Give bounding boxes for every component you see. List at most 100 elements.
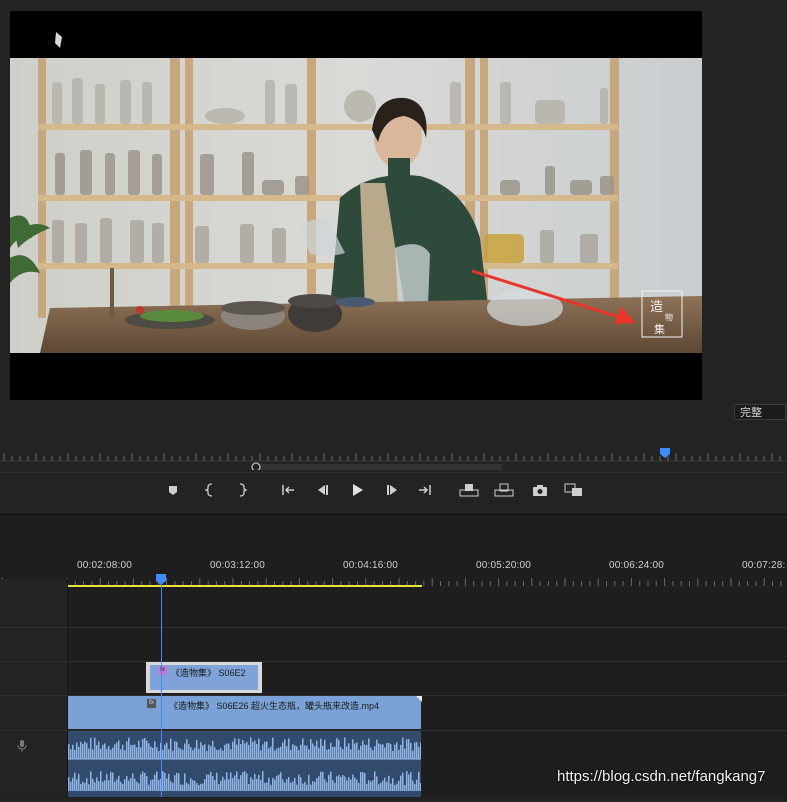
- waveform-bar: [186, 782, 188, 791]
- timecode-label: 00:06:24:00: [609, 560, 665, 571]
- waveform-bar: [292, 781, 294, 791]
- mark-out-button[interactable]: [231, 478, 253, 502]
- waveform-bar: [86, 778, 88, 791]
- waveform-bar: [368, 780, 370, 791]
- waveform-bar: [324, 779, 326, 791]
- waveform-bar: [368, 738, 370, 759]
- lift-icon: [459, 484, 479, 497]
- waveform-bar: [156, 747, 158, 759]
- waveform-bar: [158, 779, 160, 791]
- add-marker-button[interactable]: [162, 478, 184, 502]
- waveform-bar: [228, 743, 230, 759]
- lift-button[interactable]: [458, 478, 480, 502]
- waveform-bar: [78, 747, 80, 759]
- fx-badge-icon: fx: [147, 699, 156, 708]
- export-frame-button[interactable]: [529, 478, 551, 502]
- waveform-bar: [116, 779, 118, 791]
- waveform-bar: [282, 779, 284, 791]
- waveform-bar: [344, 737, 346, 759]
- waveform-bar: [166, 742, 168, 759]
- microphone-icon[interactable]: [16, 739, 28, 753]
- waveform-bar: [262, 771, 264, 791]
- waveform-bar: [406, 771, 408, 791]
- go-to-out-button[interactable]: [414, 478, 436, 502]
- waveform-bar: [118, 775, 120, 791]
- waveform-bar: [310, 739, 312, 759]
- waveform-bar: [348, 743, 350, 759]
- waveform-bar: [214, 779, 216, 791]
- timeline-playhead-line[interactable]: [161, 578, 162, 797]
- waveform-bar: [130, 744, 132, 759]
- waveform-bar: [234, 738, 236, 759]
- waveform-bar: [196, 783, 198, 791]
- step-forward-button[interactable]: [382, 478, 404, 502]
- waveform-bar: [162, 749, 164, 759]
- waveform-bar: [252, 741, 254, 759]
- waveform-bar: [192, 780, 194, 791]
- waveform-bar: [262, 744, 264, 759]
- waveform-bar: [148, 784, 150, 791]
- step-back-button[interactable]: [311, 478, 333, 502]
- scroll-handle-left[interactable]: [251, 462, 261, 470]
- waveform-bar: [254, 740, 256, 759]
- zoom-level-select[interactable]: 完整: [734, 404, 786, 420]
- waveform-bar: [184, 743, 186, 759]
- go-to-in-button[interactable]: [277, 478, 299, 502]
- waveform-bar: [328, 749, 330, 759]
- waveform-bar: [198, 748, 200, 759]
- waveform-bar: [80, 741, 82, 759]
- waveform-bar: [138, 740, 140, 759]
- waveform-bar: [222, 750, 224, 759]
- waveform-bar: [182, 749, 184, 759]
- waveform-bar: [146, 776, 148, 791]
- waveform-bar: [224, 779, 226, 791]
- play-button[interactable]: [346, 478, 368, 502]
- waveform-bar: [336, 738, 338, 759]
- waveform-bar: [140, 747, 142, 759]
- waveform-bar: [390, 744, 392, 759]
- waveform-bar: [314, 781, 316, 791]
- monitor-zoom-scrollbar[interactable]: [250, 462, 502, 470]
- waveform-bar: [288, 777, 290, 791]
- waveform-bar: [342, 775, 344, 791]
- waveform-bar: [248, 744, 250, 759]
- waveform-bar: [82, 744, 84, 759]
- timeline-ruler[interactable]: [0, 572, 787, 590]
- waveform-bar: [232, 778, 234, 791]
- waveform-bar: [250, 737, 252, 759]
- waveform-bar: [216, 749, 218, 759]
- marker-icon: [169, 486, 177, 495]
- waveform-bar: [260, 750, 262, 759]
- waveform-bar: [202, 745, 204, 759]
- clip-a1-audio[interactable]: [68, 731, 422, 797]
- mark-in-button[interactable]: [199, 478, 221, 502]
- waveform-bar: [126, 741, 128, 759]
- waveform-bar: [332, 780, 334, 791]
- waveform-bar: [120, 749, 122, 759]
- waveform-bar: [326, 782, 328, 791]
- waveform-bar: [276, 748, 278, 759]
- comparison-view-button[interactable]: [563, 478, 585, 502]
- mark-out-icon: [239, 483, 248, 497]
- waveform-bar: [254, 774, 256, 791]
- waveform-bar: [200, 783, 202, 791]
- waveform-bar: [218, 749, 220, 759]
- clip-v1-title: 《造物集》 S06E26 超火生态瓶，罐头瓶来改造.mp4: [169, 701, 380, 711]
- extract-button[interactable]: [493, 478, 515, 502]
- waveform-bar: [272, 737, 274, 759]
- waveform-bar: [102, 781, 104, 791]
- go-to-out-icon: [419, 485, 431, 495]
- waveform-bar: [246, 742, 248, 759]
- waveform-bar: [70, 749, 72, 759]
- monitor-time-ruler[interactable]: [0, 446, 787, 462]
- comparison-icon: [564, 483, 582, 496]
- video-preview[interactable]: 造 物 集: [10, 11, 702, 400]
- waveform-bar: [106, 774, 108, 791]
- waveform-bar: [302, 783, 304, 791]
- waveform-bar: [238, 779, 240, 791]
- waveform-bar: [126, 775, 128, 791]
- waveform-bar: [364, 772, 366, 791]
- waveform-bar: [212, 776, 214, 791]
- waveform-bar: [78, 774, 80, 791]
- waveform-bar: [124, 750, 126, 759]
